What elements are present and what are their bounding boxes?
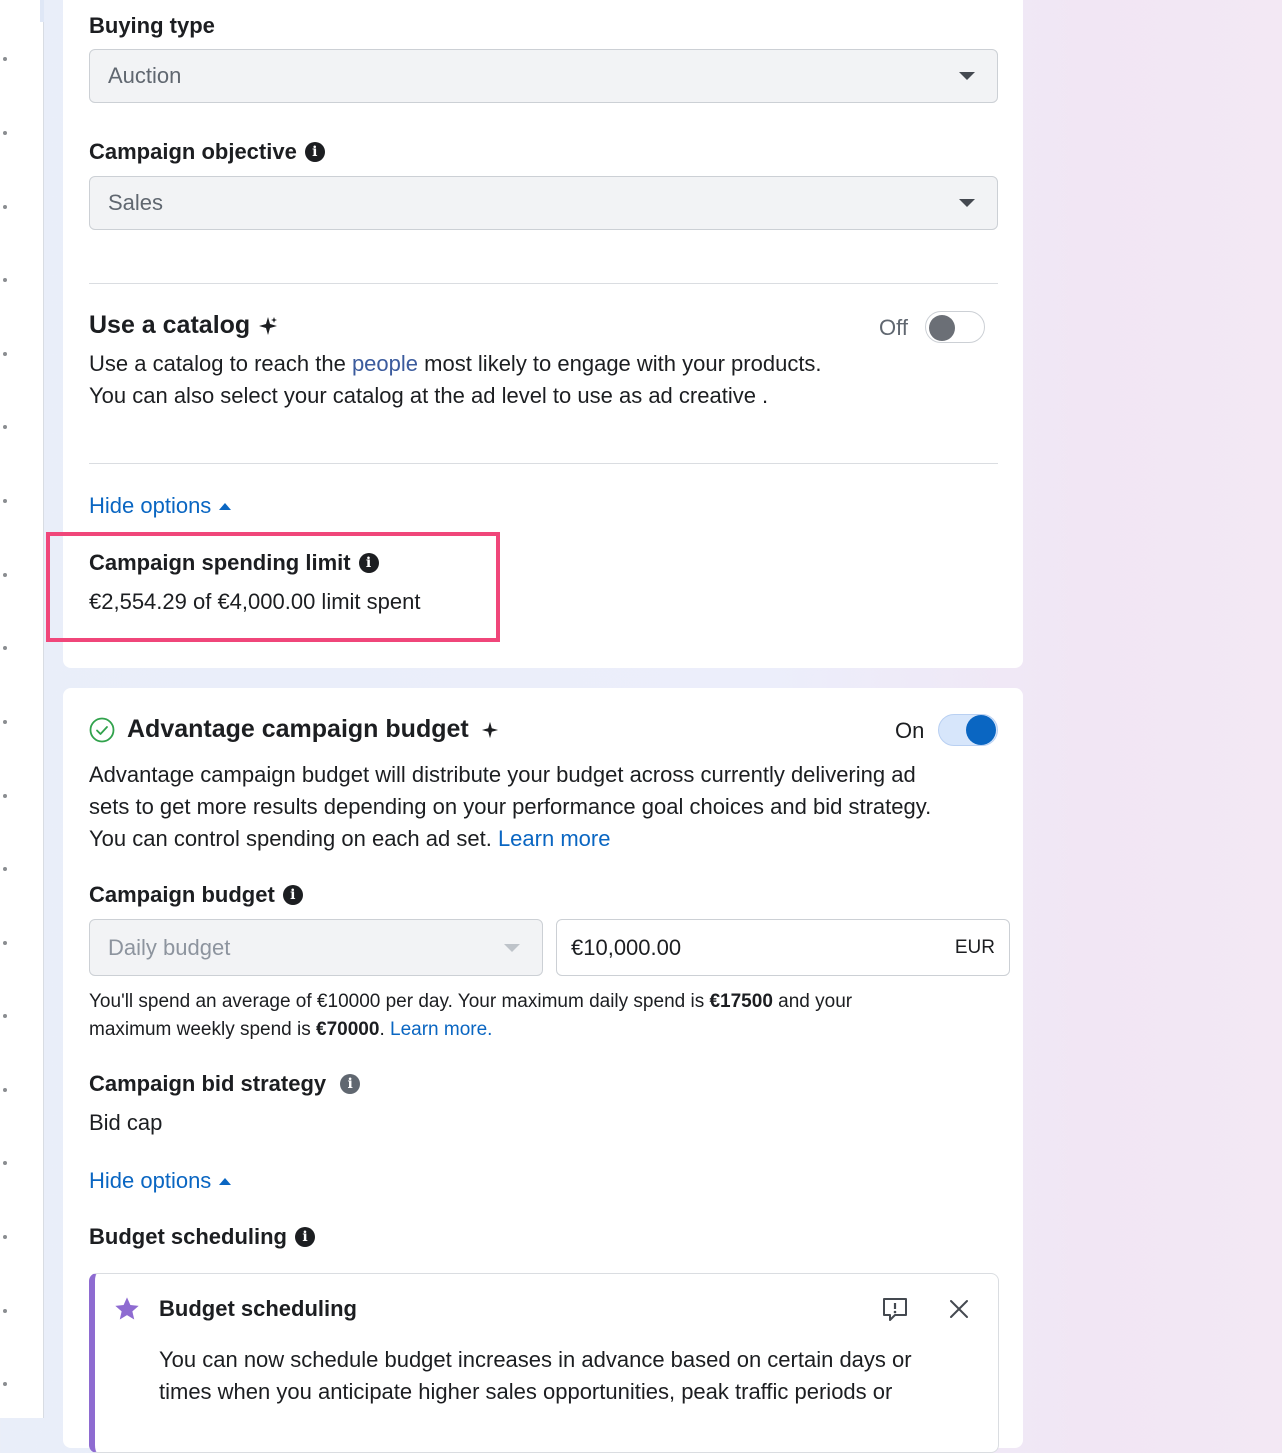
rail-dot (3, 352, 7, 356)
rail-dot (3, 205, 7, 209)
budget-spend-note: You'll spend an average of €10000 per da… (89, 988, 989, 1044)
rail-dot (3, 499, 7, 503)
budget-scheduling-notice: Budget scheduling You can now schedule b… (89, 1273, 999, 1453)
notice-title: Budget scheduling (159, 1296, 357, 1321)
campaign-objective-value: Sales (108, 190, 164, 215)
rail-dot (3, 867, 7, 871)
toggle-knob (929, 315, 955, 341)
notice-line2: times when you anticipate higher sales o… (159, 1379, 893, 1404)
rail-dot (3, 1088, 7, 1092)
rail-dot (3, 794, 7, 798)
toggle-knob (966, 715, 996, 745)
budget-amount-value: €10,000.00 (571, 934, 682, 960)
budget-note-part3: maximum weekly spend is (89, 1019, 317, 1040)
rail-dot (3, 1382, 7, 1386)
catalog-title-text: Use a catalog (89, 311, 251, 339)
sparkle-icon (259, 316, 278, 335)
chevron-down-icon (959, 199, 975, 207)
feedback-icon[interactable] (881, 1295, 909, 1323)
advantage-desc-line2: sets to get more results depending on yo… (89, 794, 932, 819)
info-icon[interactable]: i (304, 142, 325, 162)
buying-type-value: Auction (108, 63, 182, 88)
buying-type-select[interactable]: Auction (89, 49, 998, 103)
buying-type-label-text: Buying type (89, 13, 215, 38)
hide-options-link[interactable]: Hide options (89, 1168, 232, 1194)
chevron-down-icon (959, 72, 975, 80)
budget-note-part4: . (379, 1019, 390, 1040)
highlight-annotation (46, 532, 500, 642)
info-icon[interactable]: i (295, 1227, 315, 1247)
catalog-desc-line2: You can also select your catalog at the … (89, 383, 769, 408)
campaign-budget-label-text: Campaign budget (89, 882, 275, 907)
budget-note-part1: You'll spend an average of €10000 per da… (89, 991, 710, 1012)
catalog-description: Use a catalog to reach the people most l… (89, 348, 989, 412)
hide-options-link[interactable]: Hide options (89, 493, 232, 519)
campaign-objective-label-text: Campaign objective (89, 139, 297, 164)
rail-dot (3, 278, 7, 282)
divider (89, 283, 998, 284)
rail-dot (3, 425, 7, 429)
advantage-desc-line3: You can control spending on each ad set. (89, 826, 498, 851)
rail-dot (3, 57, 7, 61)
people-link[interactable]: people (352, 351, 418, 376)
rail-dot (3, 1235, 7, 1239)
catalog-toggle[interactable] (925, 311, 985, 343)
rail-active-edge (40, 0, 44, 22)
max-daily-spend: €17500 (709, 991, 773, 1012)
notice-body: You can now schedule budget increases in… (159, 1344, 979, 1408)
learn-more-link[interactable]: Learn more. (390, 1019, 492, 1040)
star-icon (115, 1297, 139, 1320)
bid-strategy-label: Campaign bid strategy i (89, 1071, 361, 1097)
hide-options-text: Hide options (89, 1168, 212, 1193)
budget-scheduling-label-text: Budget scheduling (89, 1224, 287, 1249)
rail-dot (3, 720, 7, 724)
budget-type-value: Daily budget (108, 934, 231, 960)
chevron-down-icon (504, 943, 520, 952)
rail-dot (3, 941, 7, 945)
currency-label: EUR (954, 936, 995, 958)
caret-up-icon (219, 502, 232, 510)
learn-more-link[interactable]: Learn more (498, 826, 611, 851)
divider (89, 463, 998, 464)
advantage-budget-description: Advantage campaign budget will distribut… (89, 759, 1009, 855)
advantage-desc-line1: Advantage campaign budget will distribut… (89, 762, 916, 787)
campaign-budget-label: Campaign budget i (89, 882, 303, 908)
rail-dot (3, 1014, 7, 1018)
close-icon[interactable] (947, 1297, 971, 1321)
rail-dot (3, 573, 7, 577)
catalog-desc-part2: most likely to engage with your products… (418, 351, 822, 376)
bid-strategy-value: Bid cap (89, 1110, 163, 1135)
rail-dot (3, 1161, 7, 1165)
sparkle-icon (481, 721, 498, 738)
budget-amount-input[interactable]: €10,000.00 EUR (556, 919, 1010, 976)
advantage-budget-toggle[interactable] (938, 714, 998, 746)
info-icon[interactable]: i (340, 1074, 361, 1094)
check-circle-icon (89, 717, 115, 742)
notice-line1: You can now schedule budget increases in… (159, 1347, 912, 1372)
buying-type-label: Buying type (89, 13, 215, 39)
campaign-objective-label: Campaign objective i (89, 139, 325, 165)
advantage-budget-heading: Advantage campaign budget (89, 715, 499, 744)
info-icon[interactable]: i (282, 885, 303, 905)
budget-scheduling-label: Budget scheduling i (89, 1224, 315, 1250)
catalog-desc-part1: Use a catalog to reach the (89, 351, 352, 376)
left-rail (0, 0, 44, 1418)
caret-up-icon (219, 1177, 232, 1185)
budget-note-part2: and your (772, 991, 853, 1012)
max-weekly-spend: €70000 (316, 1019, 380, 1040)
campaign-objective-select[interactable]: Sales (89, 176, 998, 230)
advantage-budget-title: Advantage campaign budget (127, 715, 469, 743)
budget-type-select[interactable]: Daily budget (89, 919, 543, 976)
catalog-toggle-label: Off (879, 315, 908, 340)
rail-dot (3, 131, 7, 135)
rail-dot (3, 646, 7, 650)
hide-options-text: Hide options (89, 493, 212, 518)
catalog-title: Use a catalog (89, 311, 278, 340)
advantage-toggle-label: On (895, 718, 925, 743)
bid-strategy-label-text: Campaign bid strategy (89, 1071, 327, 1096)
rail-dot (3, 1309, 7, 1313)
